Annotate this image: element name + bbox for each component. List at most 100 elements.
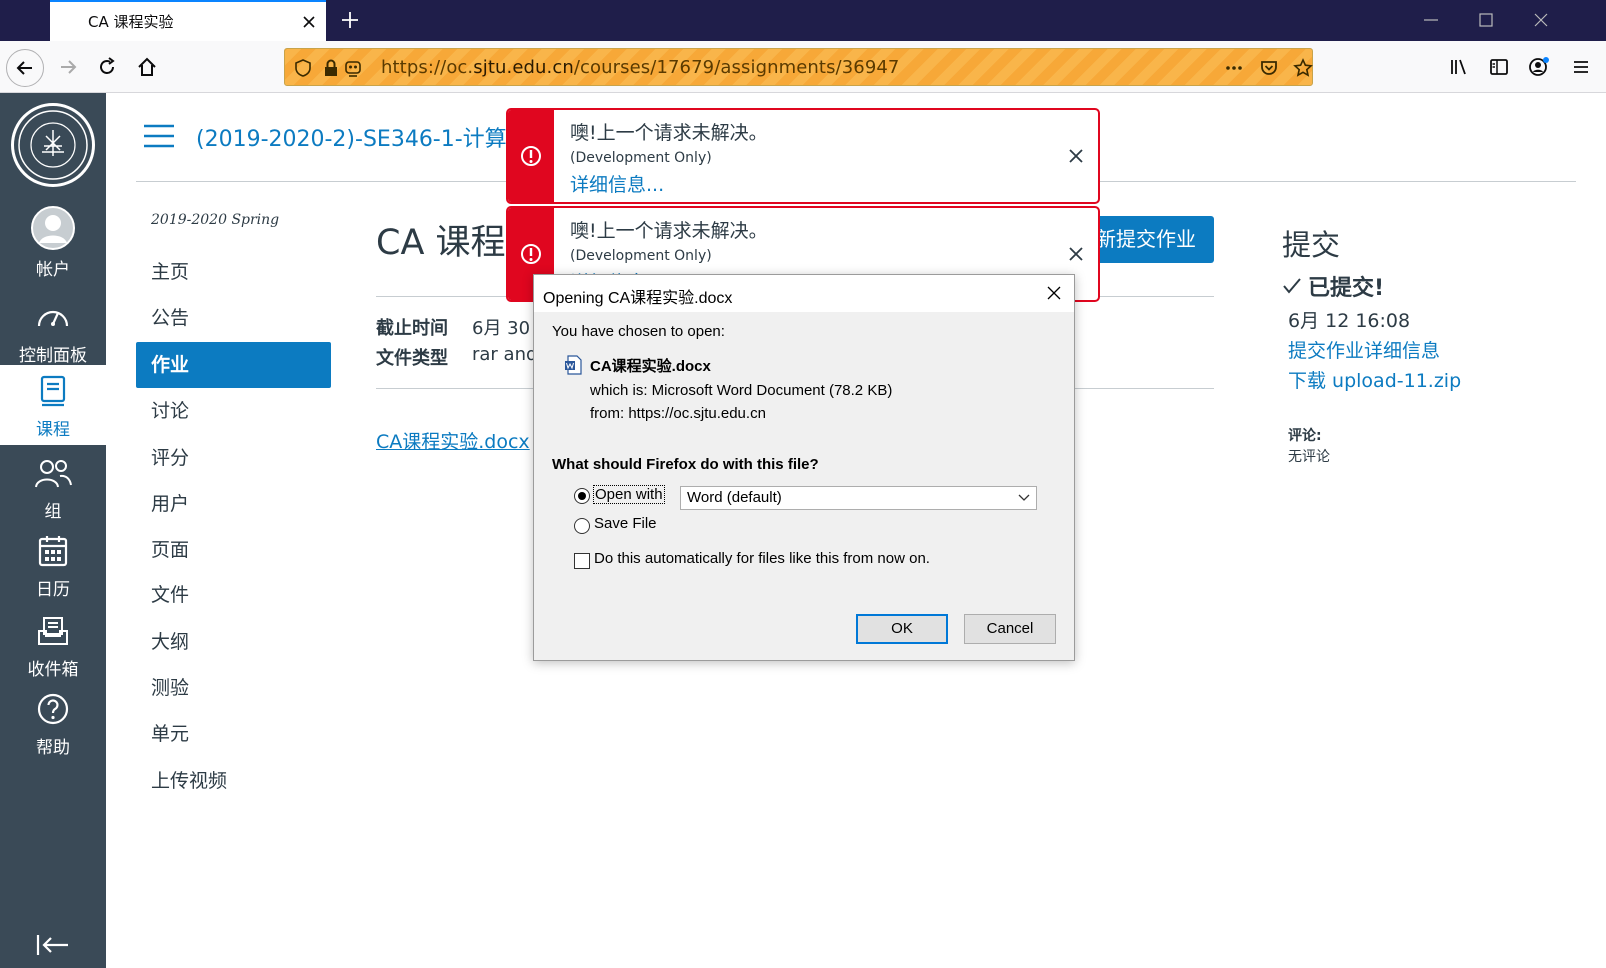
open-file-dialog: Opening CA课程实验.docx You have chosen to o… bbox=[533, 274, 1075, 661]
shield-icon[interactable] bbox=[293, 58, 313, 78]
lock-icon[interactable] bbox=[321, 58, 341, 78]
menu-button[interactable] bbox=[1563, 49, 1599, 85]
minimize-icon[interactable] bbox=[1421, 10, 1441, 30]
account-icon bbox=[1529, 57, 1549, 76]
file-type-info: which is: Microsoft Word Document (78.2 … bbox=[590, 382, 893, 399]
term-label: 2019-2020 Spring bbox=[151, 212, 280, 228]
dialog-title: Opening CA课程实验.docx bbox=[543, 290, 733, 307]
gnav-groups[interactable]: 组 bbox=[0, 447, 106, 525]
cancel-button[interactable]: Cancel bbox=[964, 614, 1056, 644]
attachment-link[interactable]: CA课程实验.docx bbox=[376, 427, 530, 454]
hamburger-menu-icon bbox=[1574, 61, 1588, 73]
course-nav-assignments[interactable]: 作业 bbox=[136, 342, 331, 388]
open-with-label[interactable]: Open with bbox=[593, 485, 665, 504]
file-source-info: from: https://oc.sjtu.edu.cn bbox=[590, 405, 766, 422]
submission-status: 已提交! bbox=[1282, 270, 1384, 302]
gnav-courses[interactable]: 课程 bbox=[0, 365, 106, 445]
open-with-app-select[interactable]: Word (default) bbox=[680, 486, 1037, 510]
gnav-label: 帐户 bbox=[36, 260, 70, 280]
auto-action-checkbox[interactable] bbox=[574, 553, 590, 569]
remote-control-icon[interactable] bbox=[343, 58, 363, 78]
nav-toolbar: https://oc.sjtu.edu.cn/courses/17679/ass… bbox=[0, 41, 1606, 93]
course-nav-discussions[interactable]: 讨论 bbox=[136, 388, 331, 434]
assignment-title: CA 课程 bbox=[376, 223, 506, 263]
course-menu-toggle-icon[interactable] bbox=[143, 124, 175, 148]
save-file-radio[interactable] bbox=[574, 518, 590, 534]
save-file-label[interactable]: Save File bbox=[594, 515, 657, 532]
browser-tab[interactable]: CA 课程实验 bbox=[50, 0, 326, 41]
dialog-filename: CA课程实验.docx bbox=[590, 358, 711, 375]
url-text[interactable]: https://oc.sjtu.edu.cn/courses/17679/ass… bbox=[381, 57, 899, 78]
auto-action-label[interactable]: Do this automatically for files like thi… bbox=[594, 550, 930, 567]
dialog-close-icon[interactable] bbox=[1046, 285, 1062, 301]
course-nav-grades[interactable]: 评分 bbox=[136, 435, 331, 481]
arrow-left-icon bbox=[16, 61, 32, 75]
gnav-account[interactable]: 帐户 bbox=[0, 205, 106, 283]
gnav-dashboard[interactable]: 控制面板 bbox=[0, 291, 106, 369]
gnav-label: 组 bbox=[44, 502, 62, 522]
warning-icon bbox=[521, 146, 541, 166]
check-icon bbox=[1283, 278, 1301, 294]
sidebar-icon bbox=[1490, 59, 1508, 75]
new-tab-icon[interactable] bbox=[340, 10, 360, 30]
course-nav-home[interactable]: 主页 bbox=[136, 249, 331, 295]
download-submission-link[interactable]: 下载 upload-11.zip bbox=[1288, 366, 1461, 393]
url-bar[interactable]: https://oc.sjtu.edu.cn/courses/17679/ass… bbox=[284, 48, 1313, 86]
course-nav-upload-video[interactable]: 上传视频 bbox=[136, 758, 331, 804]
home-button[interactable] bbox=[129, 49, 165, 85]
bookmark-star-icon[interactable] bbox=[1293, 58, 1313, 78]
course-nav-pages[interactable]: 页面 bbox=[136, 527, 331, 573]
comments-value: 无评论 bbox=[1288, 449, 1330, 465]
reload-icon bbox=[100, 57, 115, 74]
maximize-icon[interactable] bbox=[1476, 10, 1496, 30]
toast-subtitle: (Development Only) bbox=[570, 150, 712, 166]
gnav-calendar[interactable]: 日历 bbox=[0, 525, 106, 603]
tab-strip: CA 课程实验 bbox=[0, 0, 1606, 41]
course-nav-modules[interactable]: 单元 bbox=[136, 711, 331, 757]
course-nav-people[interactable]: 用户 bbox=[136, 481, 331, 527]
close-icon[interactable] bbox=[1066, 146, 1086, 166]
calendar-icon bbox=[33, 531, 73, 571]
course-nav-announcements[interactable]: 公告 bbox=[136, 295, 331, 341]
library-button[interactable] bbox=[1441, 49, 1477, 85]
open-with-radio[interactable] bbox=[574, 488, 590, 504]
sidebar-button[interactable] bbox=[1481, 49, 1517, 85]
word-document-icon bbox=[565, 355, 582, 375]
open-with-app-value: Word (default) bbox=[687, 489, 782, 506]
pocket-icon[interactable] bbox=[1259, 58, 1279, 78]
toast-details-link[interactable]: 详细信息... bbox=[570, 170, 664, 197]
close-icon[interactable] bbox=[1066, 244, 1086, 264]
ok-button[interactable]: OK bbox=[856, 614, 948, 644]
close-window-icon[interactable] bbox=[1531, 10, 1551, 30]
breadcrumb[interactable]: (2019-2020-2)-SE346-1-计算机 bbox=[196, 121, 529, 153]
resubmit-button[interactable]: 新提交作业 bbox=[1080, 216, 1214, 263]
forward-button[interactable] bbox=[50, 49, 86, 85]
gnav-help[interactable]: 帮助 bbox=[0, 683, 106, 761]
gnav-label: 控制面板 bbox=[19, 346, 87, 366]
avatar-icon bbox=[30, 205, 76, 251]
gnav-inbox[interactable]: 收件箱 bbox=[0, 605, 106, 683]
close-tab-icon[interactable] bbox=[300, 13, 318, 31]
course-nav-files[interactable]: 文件 bbox=[136, 572, 331, 618]
toast-title: 噢!上一个请求未解决。 bbox=[570, 220, 768, 242]
account-button[interactable] bbox=[1521, 49, 1557, 85]
home-icon bbox=[138, 57, 156, 76]
reload-button[interactable] bbox=[89, 49, 125, 85]
toast-side bbox=[508, 110, 554, 202]
comments-label: 评论: bbox=[1288, 428, 1322, 444]
university-logo[interactable] bbox=[11, 103, 95, 187]
library-icon bbox=[1451, 59, 1466, 75]
course-nav-syllabus[interactable]: 大纲 bbox=[136, 619, 331, 665]
seal-icon bbox=[18, 110, 88, 180]
submission-details-link[interactable]: 提交作业详细信息 bbox=[1288, 336, 1440, 363]
back-button[interactable] bbox=[6, 49, 44, 87]
page-actions-icon[interactable] bbox=[1224, 58, 1244, 78]
collapse-nav-icon[interactable] bbox=[36, 933, 70, 957]
gnav-label: 课程 bbox=[36, 420, 70, 440]
dialog-titlebar: Opening CA课程实验.docx bbox=[534, 275, 1074, 312]
gnav-label: 收件箱 bbox=[27, 660, 79, 680]
url-prefix: https://oc. bbox=[381, 57, 474, 78]
arrow-right-icon bbox=[61, 60, 77, 74]
course-nav-quizzes[interactable]: 测验 bbox=[136, 665, 331, 711]
filetype-label: 文件类型 bbox=[376, 348, 448, 369]
